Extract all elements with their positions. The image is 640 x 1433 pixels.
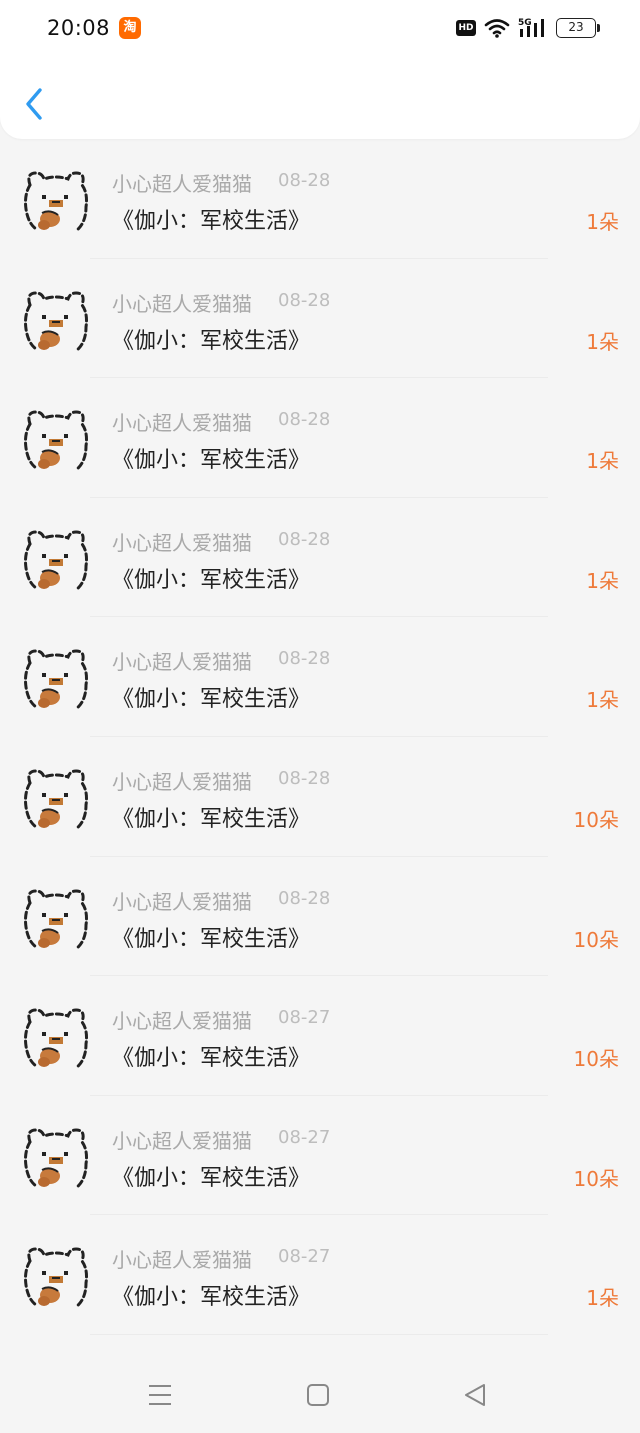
- gift-amount: 1朵: [586, 449, 619, 474]
- book-title: 《伽小：军校生活》: [112, 806, 311, 832]
- wifi-icon: [484, 19, 510, 38]
- book-title: 《伽小：军校生活》: [112, 926, 311, 952]
- battery-icon: 23: [556, 18, 600, 38]
- record-date: 08-28: [278, 409, 331, 431]
- taobao-icon: 淘: [119, 17, 141, 39]
- chevron-left-icon[interactable]: [20, 84, 50, 124]
- status-icons: HD 5G 23: [456, 16, 600, 40]
- status-bar: 20:08 淘 HD 5G 23: [0, 0, 640, 56]
- row-divider: [90, 1333, 548, 1335]
- sender-name: 小心超人爱猫猫: [112, 769, 252, 794]
- record-date: 08-28: [278, 289, 331, 311]
- gift-amount: 10朵: [573, 807, 619, 832]
- gift-amount: 1朵: [586, 568, 619, 593]
- bear-avatar-icon: [24, 1128, 88, 1190]
- list-item[interactable]: 小心超人爱猫猫 08-27 《伽小：军校生活》 1朵: [0, 1215, 640, 1335]
- sender-name: 小心超人爱猫猫: [112, 172, 252, 196]
- book-title: 《伽小：军校生活》: [112, 567, 311, 593]
- gift-amount: 1朵: [586, 210, 619, 234]
- gift-amount: 1朵: [586, 1286, 619, 1311]
- book-title: 《伽小：军校生活》: [112, 328, 311, 354]
- list-item[interactable]: 小心超人爱猫猫 08-27 《伽小：军校生活》 10朵: [0, 1096, 640, 1216]
- bear-avatar-icon: [24, 291, 88, 353]
- bear-avatar-icon: [24, 410, 88, 472]
- record-date: 08-27: [278, 1246, 331, 1268]
- list-item[interactable]: 小心超人爱猫猫 08-28 《伽小：军校生活》 10朵: [0, 857, 640, 977]
- record-date: 08-28: [278, 528, 331, 550]
- home-square-icon[interactable]: [303, 1380, 333, 1410]
- sender-name: 小心超人爱猫猫: [112, 1128, 252, 1153]
- book-title: 《伽小：军校生活》: [112, 687, 311, 713]
- gift-amount: 1朵: [586, 329, 619, 354]
- bear-avatar-icon: [24, 1247, 88, 1309]
- sender-name: 小心超人爱猫猫: [112, 650, 252, 675]
- gift-amount: 10朵: [573, 1047, 619, 1072]
- book-title: 《伽小：军校生活》: [112, 448, 311, 474]
- top-card: 20:08 淘 HD 5G 23: [0, 0, 640, 139]
- system-nav-bar: [0, 1360, 640, 1433]
- list-item[interactable]: 小心超人爱猫猫 08-28 《伽小：军校生活》 1朵: [0, 259, 640, 379]
- menu-icon[interactable]: [145, 1380, 175, 1410]
- list-item[interactable]: 小心超人爱猫猫 08-28 《伽小：军校生活》 1朵: [0, 617, 640, 737]
- gift-amount: 10朵: [573, 927, 619, 952]
- gift-amount: 1朵: [586, 688, 619, 713]
- back-triangle-icon[interactable]: [461, 1380, 491, 1410]
- book-title: 《伽小：军校生活》: [112, 1165, 311, 1191]
- sender-name: 小心超人爱猫猫: [112, 1009, 252, 1034]
- sender-name: 小心超人爱猫猫: [112, 889, 252, 914]
- bear-avatar-icon: [24, 649, 88, 711]
- book-title: 《伽小：军校生活》: [112, 1046, 311, 1072]
- record-date: 08-28: [278, 887, 331, 909]
- sender-name: 小心超人爱猫猫: [112, 530, 252, 555]
- status-time: 20:08: [47, 16, 111, 40]
- screen: 20:08 淘 HD 5G 23 小心超人爱猫猫 08-28 《伽小：军校生活》…: [0, 0, 640, 1433]
- list-item[interactable]: 小心超人爱猫猫 08-28 《伽小：军校生活》 1朵: [0, 378, 640, 498]
- bear-avatar-icon: [24, 889, 88, 951]
- book-title: 《伽小：军校生活》: [112, 209, 311, 234]
- sender-name: 小心超人爱猫猫: [112, 1248, 252, 1273]
- list-item[interactable]: 小心超人爱猫猫 08-28 《伽小：军校生活》 1朵: [0, 139, 640, 259]
- record-date: 08-27: [278, 1007, 331, 1029]
- bear-avatar-icon: [24, 769, 88, 831]
- gift-amount: 10朵: [573, 1166, 619, 1191]
- record-date: 08-28: [278, 767, 331, 789]
- list-item[interactable]: 小心超人爱猫猫 08-28 《伽小：军校生活》 1朵: [0, 498, 640, 618]
- record-date: 08-28: [278, 648, 331, 670]
- list-item[interactable]: 小心超人爱猫猫 08-28 《伽小：军校生活》 10朵: [0, 737, 640, 857]
- bear-avatar-icon: [24, 1008, 88, 1070]
- book-title: 《伽小：军校生活》: [112, 1285, 311, 1311]
- bear-avatar-icon: [24, 171, 88, 233]
- sender-name: 小心超人爱猫猫: [112, 411, 252, 436]
- list-item[interactable]: 小心超人爱猫猫 08-27 《伽小：军校生活》 10朵: [0, 976, 640, 1096]
- record-date: 08-28: [278, 170, 331, 191]
- record-date: 08-27: [278, 1126, 331, 1148]
- sender-name: 小心超人爱猫猫: [112, 291, 252, 316]
- bear-avatar-icon: [24, 530, 88, 592]
- gift-record-list: 小心超人爱猫猫 08-28 《伽小：军校生活》 1朵 小心超人爱猫猫 08-28…: [0, 139, 640, 1335]
- signal-5g-icon: 5G: [518, 18, 544, 37]
- hd-icon: HD: [456, 20, 476, 36]
